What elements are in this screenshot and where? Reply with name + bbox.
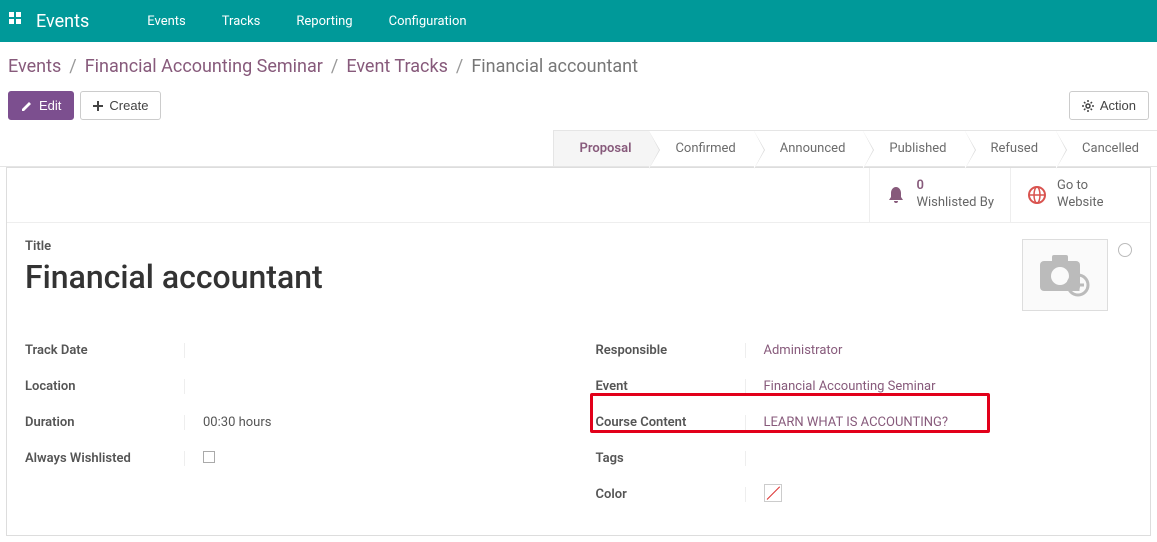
status-proposal[interactable]: Proposal <box>553 130 650 166</box>
field-track-date: Track Date <box>25 335 572 367</box>
right-column: Responsible Administrator Event Financia… <box>596 335 1143 515</box>
field-tags: Tags <box>596 443 1143 475</box>
apps-icon[interactable] <box>8 11 28 31</box>
breadcrumb: Events / Financial Accounting Seminar / … <box>0 42 1157 87</box>
field-always-wishlisted: Always Wishlisted <box>25 443 572 475</box>
topbar: Events Events Tracks Reporting Configura… <box>0 0 1157 42</box>
field-responsible: Responsible Administrator <box>596 335 1143 367</box>
create-button[interactable]: Create <box>80 91 161 120</box>
kanban-state-dot[interactable] <box>1118 243 1132 257</box>
event-value[interactable]: Financial Accounting Seminar <box>746 379 1143 394</box>
app-title[interactable]: Events <box>36 11 89 32</box>
title-value: Financial accountant <box>25 258 1022 296</box>
image-placeholder[interactable] <box>1022 239 1108 311</box>
field-duration: Duration 00:30 hours <box>25 407 572 439</box>
menu-configuration[interactable]: Configuration <box>389 14 467 29</box>
always-wishlisted-checkbox[interactable] <box>203 451 215 463</box>
camera-plus-icon <box>1038 253 1092 297</box>
button-box: 0 Wishlisted By Go to Website <box>7 168 1150 223</box>
status-cancelled[interactable]: Cancelled <box>1056 130 1157 166</box>
globe-icon <box>1027 185 1047 205</box>
pencil-icon <box>21 100 33 112</box>
plus-icon <box>93 101 103 111</box>
menu-reporting[interactable]: Reporting <box>296 14 352 29</box>
responsible-value[interactable]: Administrator <box>746 343 1143 358</box>
breadcrumb-tracks[interactable]: Event Tracks <box>346 56 448 77</box>
menu-events[interactable]: Events <box>147 14 185 29</box>
go-to-website-button[interactable]: Go to Website <box>1010 168 1150 222</box>
gear-icon <box>1082 100 1094 112</box>
form-sheet: 0 Wishlisted By Go to Website Title Fina… <box>6 167 1151 536</box>
wishlisted-label: Wishlisted By <box>916 195 994 212</box>
duration-value: 00:30 hours <box>185 415 572 430</box>
edit-button[interactable]: Edit <box>8 91 74 120</box>
toolbar: Edit Create Action <box>0 87 1157 130</box>
wishlisted-count: 0 <box>916 178 994 195</box>
status-refused[interactable]: Refused <box>965 130 1057 166</box>
goto-line1: Go to <box>1057 178 1104 195</box>
breadcrumb-seminar[interactable]: Financial Accounting Seminar <box>85 56 323 77</box>
breadcrumb-sep: / <box>331 56 338 77</box>
status-bar: Proposal Confirmed Announced Published R… <box>0 130 1157 167</box>
goto-line2: Website <box>1057 195 1104 212</box>
breadcrumb-events[interactable]: Events <box>8 56 61 77</box>
breadcrumb-current: Financial accountant <box>471 56 638 77</box>
field-event: Event Financial Accounting Seminar <box>596 371 1143 403</box>
course-content-value[interactable]: LEARN WHAT IS ACCOUNTING? <box>746 415 1143 430</box>
field-course-content: Course Content LEARN WHAT IS ACCOUNTING? <box>596 407 1143 439</box>
status-published[interactable]: Published <box>863 130 964 166</box>
fields: Track Date Location Duration 00:30 hours… <box>7 319 1150 535</box>
action-button[interactable]: Action <box>1069 91 1149 120</box>
menu-tracks[interactable]: Tracks <box>222 14 261 29</box>
status-confirmed[interactable]: Confirmed <box>649 130 753 166</box>
color-swatch[interactable] <box>764 484 782 502</box>
status-announced[interactable]: Announced <box>754 130 864 166</box>
field-color: Color <box>596 479 1143 511</box>
breadcrumb-sep: / <box>456 56 463 77</box>
wishlisted-by-button[interactable]: 0 Wishlisted By <box>869 168 1010 222</box>
field-location: Location <box>25 371 572 403</box>
bell-icon <box>886 185 906 205</box>
breadcrumb-sep: / <box>69 56 76 77</box>
title-label: Title <box>25 239 1022 254</box>
header-row: Title Financial accountant <box>7 223 1150 319</box>
left-column: Track Date Location Duration 00:30 hours… <box>25 335 572 515</box>
